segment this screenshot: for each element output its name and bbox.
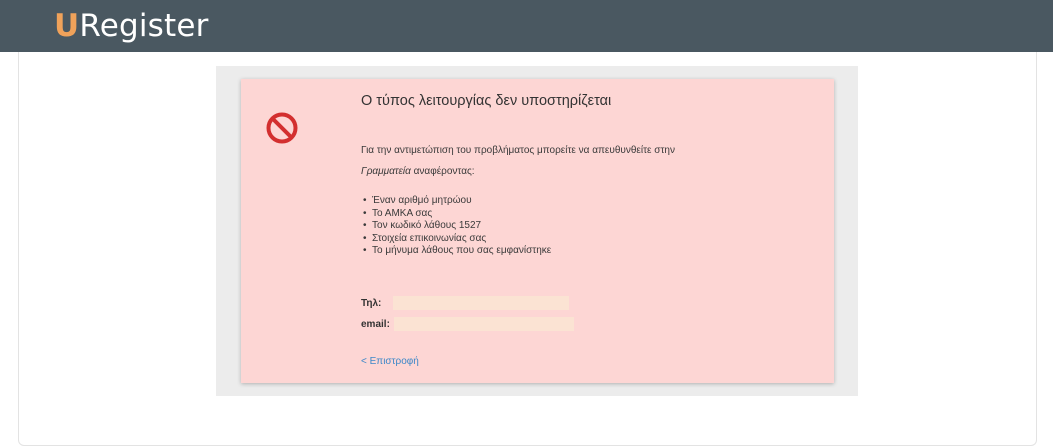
top-header-bar: U Register xyxy=(0,0,1053,52)
phone-value-redacted xyxy=(393,296,570,310)
required-info-list: Έναν αριθμό μητρώου Το ΑΜΚΑ σας Τον κωδι… xyxy=(361,195,551,258)
list-item: Το ΑΜΚΑ σας xyxy=(361,208,551,221)
phone-label: Τηλ: xyxy=(361,297,382,309)
intro-text: Για την αντιμετώπιση του προβλήματος μπο… xyxy=(361,145,675,156)
error-title: Ο τύπος λειτουργίας δεν υποστηρίζεται xyxy=(361,93,612,109)
email-label: email: xyxy=(361,318,390,330)
list-item: Το μήνυμα λάθους που σας εμφανίστηκε xyxy=(361,245,551,258)
email-value-redacted xyxy=(393,317,574,331)
back-link[interactable]: < Επιστροφή xyxy=(361,356,419,367)
ban-icon xyxy=(265,111,299,145)
list-item: Τον κωδικό λάθους 1527 xyxy=(361,220,551,233)
uregister-logo[interactable]: U Register xyxy=(54,6,209,46)
error-intro: Για την αντιμετώπιση του προβλήματος μπο… xyxy=(361,140,811,182)
phone-row: Τηλ: xyxy=(361,296,570,310)
list-item: Στοιχεία επικοινωνίας σας xyxy=(361,233,551,246)
email-row: email: xyxy=(361,317,574,331)
logo-text: Register xyxy=(79,8,209,44)
intro-suffix: αναφέροντας: xyxy=(413,166,475,177)
logo-mark: U xyxy=(54,8,80,44)
intro-emphasis: Γραμματεία xyxy=(361,166,411,177)
list-item: Έναν αριθμό μητρώου xyxy=(361,195,551,208)
